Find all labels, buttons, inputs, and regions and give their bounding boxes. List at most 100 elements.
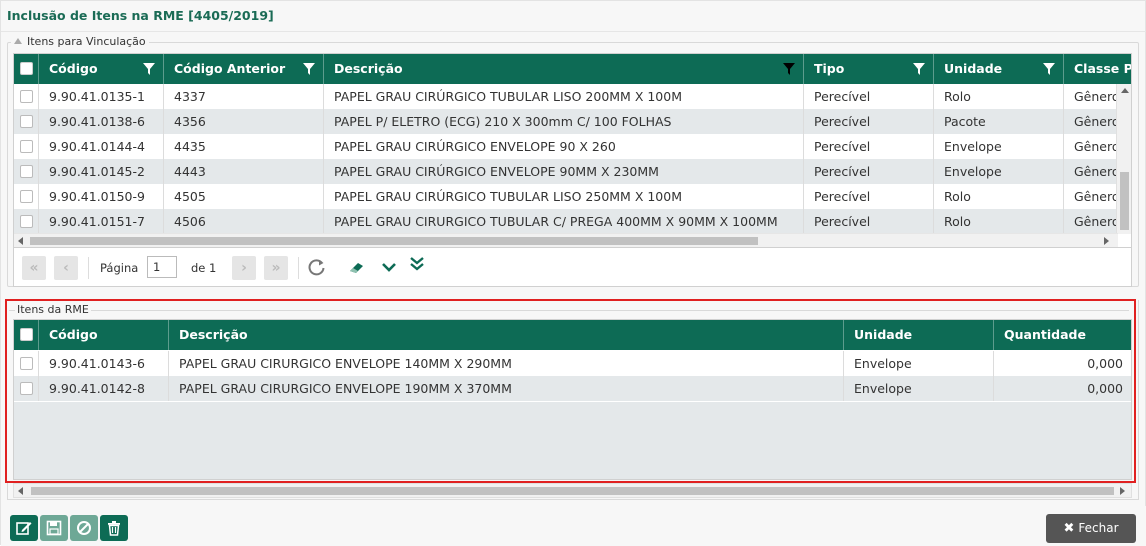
close-button-label: Fechar: [1078, 521, 1119, 535]
cell-codigo: 9.90.41.0144-4: [39, 134, 164, 159]
select-all-cell: [14, 54, 39, 84]
trash-icon: [108, 521, 120, 536]
vinculacao-legend[interactable]: Itens para Vinculação: [11, 35, 149, 48]
col-header-classe[interactable]: Classe Pa: [1064, 54, 1131, 84]
cell-descricao: PAPEL GRAU CIRÚRGICO TUBULAR LISO 250MM …: [324, 184, 804, 209]
table-row[interactable]: 9.90.41.0145-2 4443 PAPEL GRAU CIRÚRGICO…: [14, 159, 1131, 184]
page-label: Página: [100, 261, 139, 275]
dialog-title: Inclusão de Itens na RME [4405/2019]: [7, 8, 274, 23]
vertical-scrollbar[interactable]: [1116, 84, 1131, 234]
vertical-scroll-thumb[interactable]: [1120, 172, 1129, 230]
cell-quantidade[interactable]: 0,000: [994, 376, 1131, 401]
grid-header: Código Código Anterior Descrição Tipo Un…: [14, 54, 1131, 84]
cancel-button[interactable]: [70, 515, 98, 541]
cell-descricao: PAPEL P/ ELETRO (ECG) 210 X 300mm C/ 100…: [324, 109, 804, 134]
cell-codigo: 9.90.41.0151-7: [39, 209, 164, 234]
scroll-up-icon[interactable]: [1121, 88, 1129, 93]
filter-icon[interactable]: [1043, 63, 1055, 75]
cell-tipo: Perecível: [804, 209, 934, 234]
cell-classe: Gênero: [1074, 139, 1119, 154]
row-checkbox[interactable]: [20, 190, 33, 203]
last-page-button[interactable]: »: [264, 256, 288, 280]
save-button[interactable]: [40, 515, 68, 541]
close-icon: ✖: [1063, 521, 1075, 536]
table-row[interactable]: 9.90.41.0150-9 4505 PAPEL GRAU CIRÚRGICO…: [14, 184, 1131, 209]
cell-tipo: Perecível: [804, 134, 934, 159]
select-all-checkbox[interactable]: [20, 62, 33, 75]
row-checkbox[interactable]: [20, 382, 33, 395]
table-row[interactable]: 9.90.41.0135-1 4337 PAPEL GRAU CIRÚRGICO…: [14, 84, 1131, 109]
row-check-cell: [14, 376, 39, 401]
rme-legend: Itens da RME: [15, 303, 91, 316]
close-button[interactable]: ✖ Fechar: [1046, 514, 1136, 543]
cell-unidade: Envelope: [934, 159, 1064, 184]
col-header-codigo[interactable]: Código: [39, 54, 164, 84]
col-header-descricao[interactable]: Descrição: [324, 54, 804, 84]
col-header-unidade[interactable]: Unidade: [844, 320, 994, 350]
scroll-left-icon[interactable]: [18, 487, 23, 495]
table-row[interactable]: 9.90.41.0142-8 PAPEL GRAU CIRURGICO ENVE…: [14, 376, 1131, 401]
chevron-down-icon[interactable]: [379, 257, 399, 277]
row-check-cell: [14, 134, 39, 159]
cell-classe: Gênero: [1074, 164, 1119, 179]
cell-descricao: PAPEL GRAU CIRÚRGICO ENVELOPE 90 X 260: [324, 134, 804, 159]
cell-tipo: Perecível: [804, 84, 934, 109]
filter-icon[interactable]: [783, 63, 795, 75]
cell-classe: Gênero: [1074, 89, 1119, 104]
double-chevron-down-icon[interactable]: [407, 254, 427, 274]
col-header-codigo-anterior[interactable]: Código Anterior: [164, 54, 324, 84]
cell-unidade: Rolo: [934, 184, 1064, 209]
row-checkbox[interactable]: [20, 165, 33, 178]
page-input[interactable]: 1: [147, 256, 177, 278]
horizontal-scrollbar[interactable]: [13, 483, 1132, 498]
filter-icon[interactable]: [913, 63, 925, 75]
cell-descricao: PAPEL GRAU CIRURGICO TUBULAR C/ PREGA 40…: [324, 209, 804, 234]
cell-descricao: PAPEL GRAU CIRURGICO ENVELOPE 190MM X 37…: [169, 376, 844, 401]
cell-unidade: Envelope: [844, 351, 994, 376]
col-header-codigo[interactable]: Código: [39, 320, 169, 350]
row-checkbox[interactable]: [20, 215, 33, 228]
action-bar: [1, 506, 1146, 546]
scroll-left-icon[interactable]: [18, 237, 23, 245]
horizontal-scroll-thumb[interactable]: [30, 237, 758, 245]
col-header-tipo[interactable]: Tipo: [804, 54, 934, 84]
title-divider: [1, 31, 1146, 32]
select-all-checkbox[interactable]: [20, 328, 33, 341]
cell-codigo-anterior: 4506: [164, 209, 324, 234]
row-checkbox[interactable]: [20, 90, 33, 103]
vinculacao-legend-label: Itens para Vinculação: [27, 35, 146, 48]
pager-separator: [88, 257, 89, 279]
eraser-icon[interactable]: [347, 257, 367, 277]
scroll-right-icon[interactable]: [1104, 237, 1109, 245]
col-header-quantidade[interactable]: Quantidade: [994, 320, 1131, 350]
edit-button[interactable]: [10, 515, 38, 541]
horizontal-scroll-thumb[interactable]: [31, 487, 1114, 495]
refresh-icon[interactable]: [307, 257, 327, 277]
col-header-unidade[interactable]: Unidade: [934, 54, 1064, 84]
row-check-cell: [14, 184, 39, 209]
cell-codigo: 9.90.41.0135-1: [39, 84, 164, 109]
cell-descricao: PAPEL GRAU CIRÚRGICO ENVELOPE 90MM X 230…: [324, 159, 804, 184]
filter-icon[interactable]: [143, 63, 155, 75]
delete-button[interactable]: [100, 515, 128, 541]
cell-descricao: PAPEL GRAU CIRURGICO ENVELOPE 140MM X 29…: [169, 351, 844, 376]
cell-quantidade[interactable]: 0,000: [994, 351, 1131, 376]
row-check-cell: [14, 351, 39, 376]
table-row[interactable]: 9.90.41.0151-7 4506 PAPEL GRAU CIRURGICO…: [14, 209, 1131, 234]
table-row[interactable]: 9.90.41.0143-6 PAPEL GRAU CIRURGICO ENVE…: [14, 351, 1131, 376]
table-row[interactable]: 9.90.41.0138-6 4356 PAPEL P/ ELETRO (ECG…: [14, 109, 1131, 134]
table-row[interactable]: 9.90.41.0144-4 4435 PAPEL GRAU CIRÚRGICO…: [14, 134, 1131, 159]
horizontal-scrollbar[interactable]: [14, 233, 1118, 247]
prev-page-button[interactable]: ‹: [54, 256, 78, 280]
cell-tipo: Perecível: [804, 184, 934, 209]
col-header-descricao[interactable]: Descrição: [169, 320, 844, 350]
col-header-codigo-anterior-label: Código Anterior: [174, 61, 286, 76]
first-page-button[interactable]: «: [22, 256, 46, 280]
collapse-arrow-icon[interactable]: [14, 38, 22, 44]
filter-icon[interactable]: [303, 63, 315, 75]
next-page-button[interactable]: ›: [232, 256, 256, 280]
row-checkbox[interactable]: [20, 357, 33, 370]
row-checkbox[interactable]: [20, 115, 33, 128]
scroll-right-icon[interactable]: [1120, 487, 1125, 495]
row-checkbox[interactable]: [20, 140, 33, 153]
